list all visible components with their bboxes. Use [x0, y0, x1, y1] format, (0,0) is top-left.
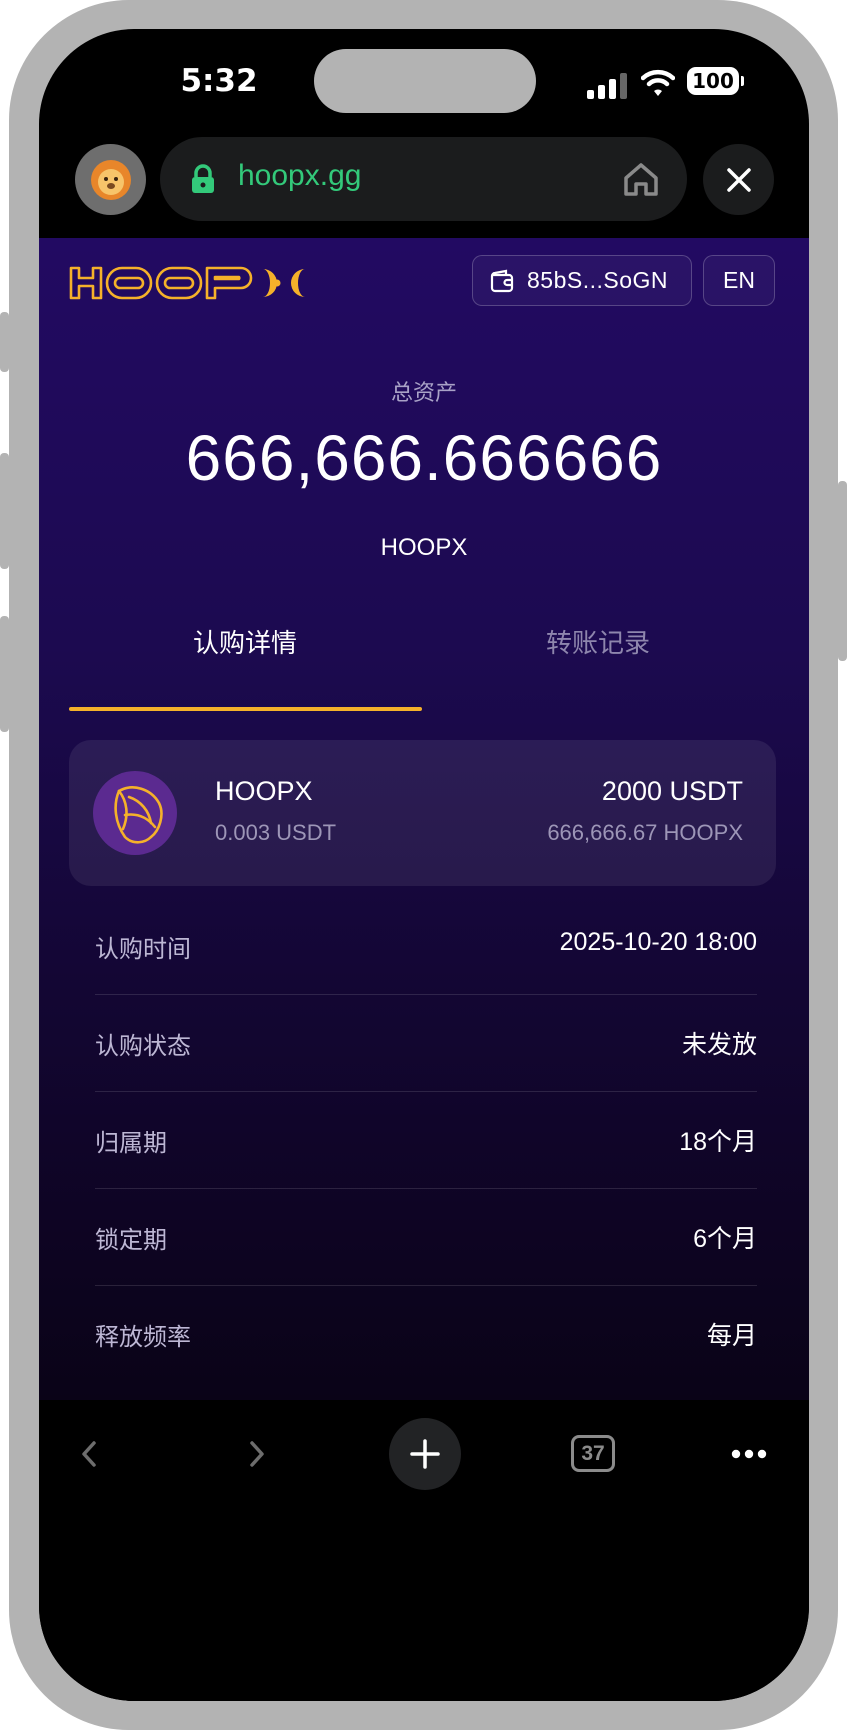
- wifi-icon: [641, 69, 675, 96]
- basketball-icon: [93, 771, 177, 855]
- detail-row-lock-period: 锁定期 6个月: [95, 1189, 757, 1286]
- language-button[interactable]: EN: [703, 255, 775, 306]
- url-text: hoopx.gg: [238, 159, 362, 192]
- battery-indicator: 100: [687, 67, 744, 95]
- detail-value: 18个月: [679, 1128, 757, 1156]
- hoopx-logo: [69, 266, 305, 300]
- side-button-volume-up: [0, 453, 9, 569]
- phone-screen: 5:32 100 hoopx.gg 85bS...SoGN EN 总资产 666…: [39, 29, 809, 1701]
- detail-value: 2025-10-20 18:00: [559, 928, 757, 956]
- detail-row-release-frequency: 释放频率 每月: [95, 1286, 757, 1383]
- more-horizontal-icon: [731, 1449, 767, 1459]
- address-bar[interactable]: hoopx.gg: [160, 137, 687, 221]
- more-button[interactable]: [729, 1434, 769, 1474]
- token-quantity: 666,666.67 HOOPX: [547, 820, 743, 845]
- detail-label: 释放频率: [95, 1323, 191, 1351]
- subscription-amount: 2000 USDT: [601, 776, 743, 806]
- detail-label: 认购状态: [95, 1032, 191, 1060]
- dynamic-island: [314, 49, 536, 113]
- detail-label: 认购时间: [95, 935, 191, 963]
- close-icon: [726, 167, 751, 192]
- wallet-icon: [490, 269, 514, 293]
- detail-row-subscription-status: 认购状态 未发放: [95, 995, 757, 1092]
- web-content: 85bS...SoGN EN 总资产 666,666.666666 HOOPX …: [39, 238, 809, 1400]
- cellular-signal-icon: [587, 73, 629, 99]
- side-button-volume-down: [0, 616, 9, 732]
- chevron-right-icon: [250, 1441, 264, 1467]
- plus-icon: [410, 1439, 440, 1469]
- total-assets-unit: HOOPX: [380, 534, 468, 561]
- token-card: HOOPX 0.003 USDT 2000 USDT 666,666.67 HO…: [69, 740, 776, 886]
- back-button[interactable]: [69, 1434, 109, 1474]
- side-button-action: [0, 312, 9, 372]
- lion-face-icon[interactable]: [75, 144, 146, 215]
- wallet-address: 85bS...SoGN: [527, 267, 669, 293]
- status-time: 5:32: [180, 63, 258, 99]
- lock-icon: [192, 164, 214, 193]
- side-button-power: [838, 481, 847, 661]
- forward-button[interactable]: [237, 1434, 277, 1474]
- total-assets-value: 666,666.666666: [185, 422, 663, 494]
- total-assets-label: 总资产: [390, 381, 457, 406]
- new-tab-button[interactable]: [389, 1418, 461, 1490]
- wallet-address-button[interactable]: 85bS...SoGN: [472, 255, 692, 306]
- detail-value: 6个月: [693, 1225, 757, 1253]
- tab-count-button[interactable]: 37: [571, 1435, 615, 1472]
- detail-value: 未发放: [681, 1031, 757, 1059]
- browser-toolbar: 37: [39, 1400, 809, 1701]
- detail-label: 锁定期: [95, 1226, 167, 1254]
- home-icon[interactable]: [622, 160, 660, 198]
- tab-transfer-records[interactable]: 转账记录: [422, 623, 774, 660]
- token-price: 0.003 USDT: [215, 820, 337, 845]
- detail-value: 每月: [706, 1322, 757, 1350]
- detail-row-subscription-time: 认购时间 2025-10-20 18:00: [95, 898, 757, 995]
- token-name: HOOPX: [215, 776, 313, 806]
- detail-row-vesting-period: 归属期 18个月: [95, 1092, 757, 1189]
- lion-face-icon-graphic: [90, 159, 131, 200]
- close-button[interactable]: [703, 144, 774, 215]
- chevron-left-icon: [82, 1441, 96, 1467]
- tab-subscription-details[interactable]: 认购详情: [69, 623, 421, 660]
- detail-label: 归属期: [95, 1129, 167, 1157]
- active-tab-indicator: [69, 707, 422, 711]
